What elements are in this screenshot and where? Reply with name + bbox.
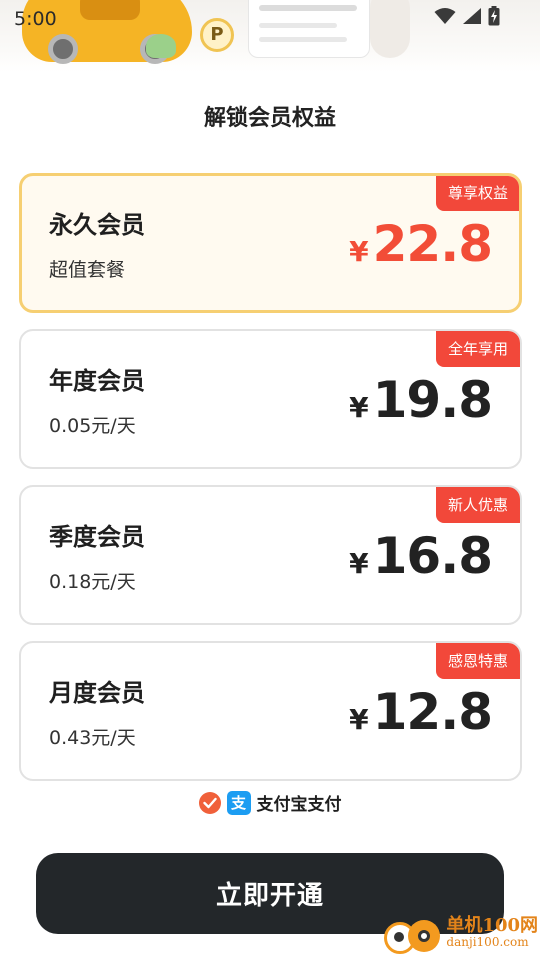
- plan-price: ¥ 16.8: [349, 527, 493, 585]
- parking-sign-icon: P: [200, 18, 234, 52]
- price-amount: 22.8: [372, 215, 493, 273]
- watermark-main: 单机100网: [446, 915, 538, 937]
- plan-price: ¥ 19.8: [349, 371, 493, 429]
- plan-name: 季度会员: [49, 523, 145, 551]
- plan-subtitle: 超值套餐: [49, 259, 126, 281]
- decor-shape: [370, 0, 410, 58]
- battery-charging-icon: [488, 6, 500, 26]
- plan-card-monthly[interactable]: 月度会员 0.43元/天 ¥ 12.8 感恩特惠: [19, 641, 522, 781]
- currency-symbol: ¥: [349, 703, 369, 736]
- site-watermark: 单机100网 danji100.com: [384, 910, 538, 956]
- watermark-sub: danji100.com: [446, 935, 529, 950]
- placeholder-line: [259, 5, 357, 11]
- plan-card-lifetime[interactable]: 永久会员 超值套餐 ¥ 22.8 尊享权益: [19, 173, 522, 313]
- price-amount: 19.8: [372, 371, 493, 429]
- watermark-logo-icon: [384, 910, 442, 956]
- watermark-text: 单机100网 danji100.com: [446, 915, 538, 950]
- plan-subtitle: 0.05元/天: [49, 415, 136, 437]
- car-wheel: [48, 34, 78, 64]
- checkmark-icon[interactable]: [198, 791, 221, 814]
- plan-price: ¥ 22.8: [349, 215, 493, 273]
- placeholder-line: [259, 37, 347, 42]
- plan-badge: 尊享权益: [435, 176, 519, 211]
- status-time: 5:00: [14, 8, 57, 30]
- wifi-icon: [434, 7, 456, 25]
- plan-name: 年度会员: [49, 367, 145, 395]
- currency-symbol: ¥: [349, 235, 369, 268]
- price-amount: 16.8: [372, 527, 493, 585]
- plan-card-quarterly[interactable]: 季度会员 0.18元/天 ¥ 16.8 新人优惠: [19, 485, 522, 625]
- plan-name: 月度会员: [49, 679, 145, 707]
- bush-illustration: [146, 34, 176, 58]
- car-window: [80, 0, 140, 20]
- price-amount: 12.8: [372, 683, 493, 741]
- plan-badge: 感恩特惠: [435, 643, 520, 679]
- plan-name: 永久会员: [49, 211, 145, 239]
- status-icons: [434, 6, 500, 26]
- plan-card-yearly[interactable]: 年度会员 0.05元/天 ¥ 19.8 全年享用: [19, 329, 522, 469]
- currency-symbol: ¥: [349, 391, 369, 424]
- plan-badge: 全年享用: [435, 331, 520, 367]
- plan-subtitle: 0.18元/天: [49, 571, 136, 593]
- placeholder-line: [259, 23, 337, 28]
- currency-symbol: ¥: [349, 547, 369, 580]
- payment-method-row[interactable]: 支 支付宝支付: [0, 790, 540, 815]
- plan-badge: 新人优惠: [435, 487, 520, 523]
- plan-subtitle: 0.43元/天: [49, 727, 136, 749]
- alipay-icon: 支: [226, 790, 251, 815]
- plan-price: ¥ 12.8: [349, 683, 493, 741]
- page-title: 解锁会员权益: [203, 106, 336, 131]
- cellular-signal-icon: [462, 7, 482, 25]
- phone-card-illustration: [248, 0, 370, 58]
- payment-method-label: 支付宝支付: [256, 795, 342, 815]
